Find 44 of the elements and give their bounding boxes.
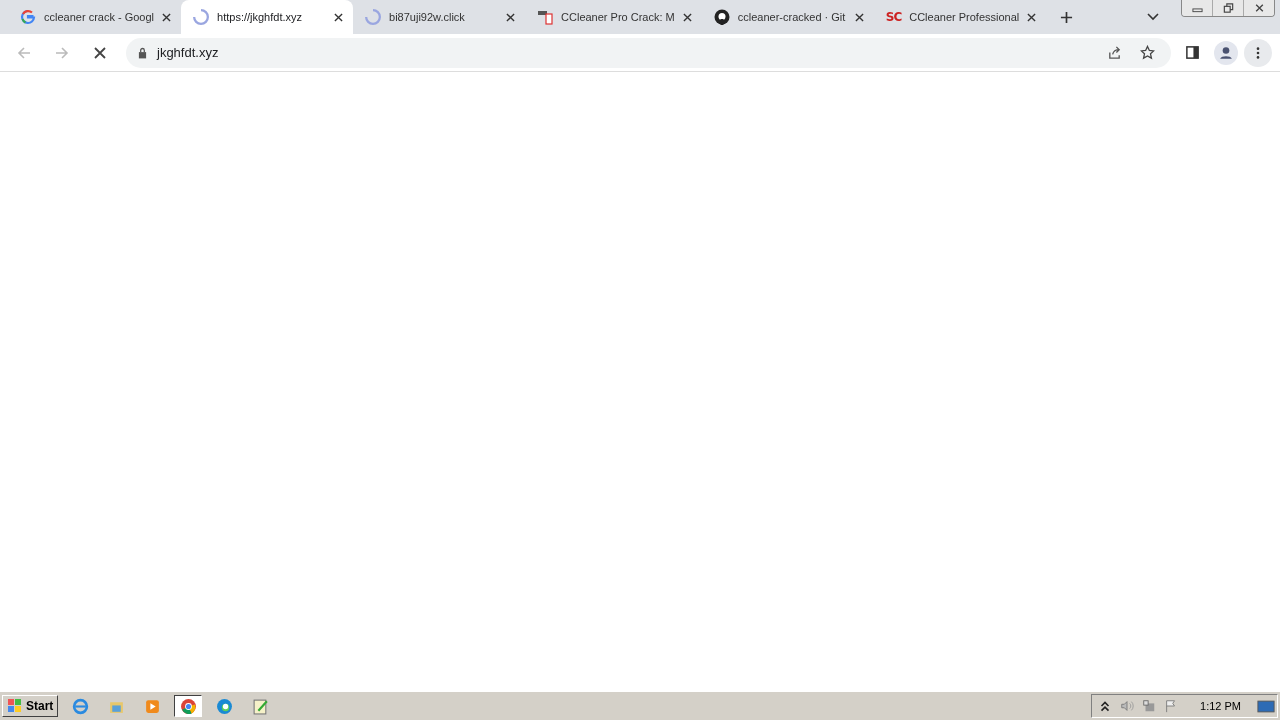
restore-button[interactable] <box>1212 0 1243 16</box>
show-desktop-icon[interactable] <box>1257 699 1275 713</box>
close-icon <box>1253 3 1265 13</box>
tab-title: CCleaner Pro Crack: M <box>561 11 675 23</box>
close-icon[interactable] <box>506 12 516 22</box>
notepad-icon <box>251 697 269 715</box>
browser-tab[interactable]: ccleaner-cracked · Git <box>701 0 874 34</box>
globe-icon <box>71 697 89 715</box>
loading-spinner-icon <box>365 9 382 25</box>
close-button[interactable] <box>1243 0 1274 16</box>
close-icon[interactable] <box>334 12 344 22</box>
tab-title: CCleaner Professional <box>909 11 1020 23</box>
loading-spinner-icon <box>193 9 210 25</box>
minimize-button[interactable] <box>1182 0 1212 16</box>
url-text: jkghfdt.xyz <box>157 45 219 60</box>
clock: 1:12 PM <box>1200 700 1241 712</box>
tab-title: ccleaner-cracked · Git <box>737 11 847 23</box>
restore-icon <box>1222 3 1234 13</box>
address-bar[interactable]: jkghfdt.xyz <box>126 37 1171 68</box>
start-button[interactable]: Start <box>2 695 59 717</box>
browser-tab[interactable]: CCleaner Pro Crack: M <box>525 0 702 34</box>
google-icon <box>20 9 36 25</box>
browser-tab[interactable]: https://jkghfdt.xyz <box>181 0 354 34</box>
browser-tab[interactable]: ccleaner crack - Googl <box>8 0 182 34</box>
play-icon <box>143 697 161 715</box>
browser-tab[interactable]: SC CCleaner Professional <box>873 0 1047 34</box>
more-icon <box>1256 45 1260 60</box>
profile-avatar[interactable] <box>1214 40 1238 65</box>
tab-search-icon[interactable] <box>1147 13 1159 21</box>
close-icon[interactable] <box>1027 12 1037 22</box>
windows-flag-icon <box>7 698 23 714</box>
lock-icon[interactable] <box>138 46 147 59</box>
browser-icon <box>179 697 197 715</box>
close-icon[interactable] <box>682 12 692 22</box>
new-tab-icon[interactable] <box>1060 10 1074 24</box>
tab-title: bi87uji92w.click <box>389 11 466 23</box>
chrome-taskbar-button[interactable] <box>174 695 203 717</box>
browser-tab[interactable]: bi87uji92w.click <box>353 0 526 34</box>
document-icon <box>537 9 554 25</box>
site-logo: SC <box>885 10 902 24</box>
tab-title: ccleaner crack - Googl <box>44 11 155 23</box>
close-icon[interactable] <box>854 12 864 22</box>
tab-title: https://jkghfdt.xyz <box>217 11 304 23</box>
close-icon[interactable] <box>162 12 172 22</box>
